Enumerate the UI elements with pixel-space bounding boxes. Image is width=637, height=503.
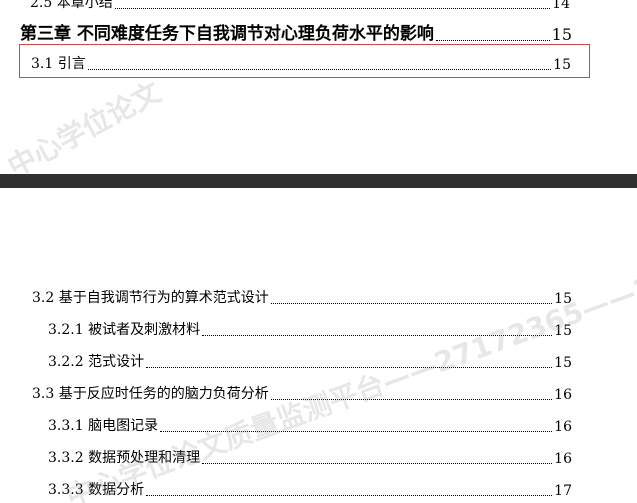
toc-leader-dots [270, 303, 553, 304]
toc-entry-page: 16 [554, 387, 572, 403]
toc-entry-page: 15 [553, 57, 571, 73]
toc-entry-3-3-3[interactable]: 3.3.3 数据分析 17 [48, 479, 572, 499]
toc-leader-dots [160, 431, 553, 432]
toc-chapter-label: 第三章 不同难度任务下自我调节对心理负荷水平的影响 [20, 24, 434, 44]
toc-entry-3-3-2[interactable]: 3.3.2 数据预处理和清理 16 [48, 447, 572, 467]
toc-page-top: 2.5 本章小结 14 第三章 不同难度任务下自我调节对心理负荷水平的影响 15… [0, 0, 637, 174]
toc-entry-3-3[interactable]: 3.3 基于反应时任务的的脑力负荷分析 16 [32, 383, 572, 403]
toc-chapter-3[interactable]: 第三章 不同难度任务下自我调节对心理负荷水平的影响 15 [20, 19, 572, 44]
page-separator [0, 174, 637, 188]
toc-entry-label: 3.2.1 被试者及刺激材料 [48, 322, 201, 338]
toc-leader-dots [202, 335, 553, 336]
toc-entry-label: 3.2.2 范式设计 [48, 354, 145, 370]
toc-entry-3-2-1[interactable]: 3.2.1 被试者及刺激材料 15 [48, 319, 572, 339]
toc-page-bottom: 3.2 基于自我调节行为的算术范式设计 15 3.2.1 被试者及刺激材料 15… [0, 188, 637, 503]
toc-entry-page: 15 [554, 355, 572, 371]
toc-entry-label: 2.5 本章小结 [30, 0, 113, 11]
toc-entry-3-2-2[interactable]: 3.2.2 范式设计 15 [48, 351, 572, 371]
toc-entry-page: 16 [554, 451, 572, 467]
toc-leader-dots [114, 8, 551, 9]
toc-entry-2-5: 2.5 本章小结 14 [30, 0, 570, 12]
toc-entry-3-2[interactable]: 3.2 基于自我调节行为的算术范式设计 15 [32, 287, 572, 307]
toc-entry-page: 15 [554, 291, 572, 307]
toc-entry-label: 3.1 引言 [31, 56, 86, 72]
toc-chapter-page: 15 [551, 25, 572, 44]
toc-leader-dots [270, 399, 553, 400]
toc-entry-label: 3.2 基于自我调节行为的算术范式设计 [32, 290, 269, 306]
watermark: 中心学位论文 [2, 75, 167, 174]
toc-entry-label: 3.3.3 数据分析 [48, 482, 145, 498]
toc-leader-dots [146, 495, 553, 496]
toc-entry-label: 3.3 基于反应时任务的的脑力负荷分析 [32, 386, 269, 402]
toc-entry-3-1[interactable]: 3.1 引言 15 [31, 53, 571, 73]
toc-entry-3-3-1[interactable]: 3.3.1 脑电图记录 16 [48, 415, 572, 435]
toc-entry-label: 3.3.1 脑电图记录 [48, 418, 159, 434]
toc-leader-dots [435, 40, 550, 41]
toc-entry-page: 16 [554, 419, 572, 435]
toc-leader-dots [87, 69, 552, 70]
toc-entry-page: 15 [554, 323, 572, 339]
toc-leader-dots [202, 463, 553, 464]
toc-entry-label: 3.3.2 数据预处理和清理 [48, 450, 201, 466]
toc-leader-dots [146, 367, 553, 368]
toc-entry-page: 14 [552, 0, 570, 12]
toc-entry-page: 17 [554, 483, 572, 499]
